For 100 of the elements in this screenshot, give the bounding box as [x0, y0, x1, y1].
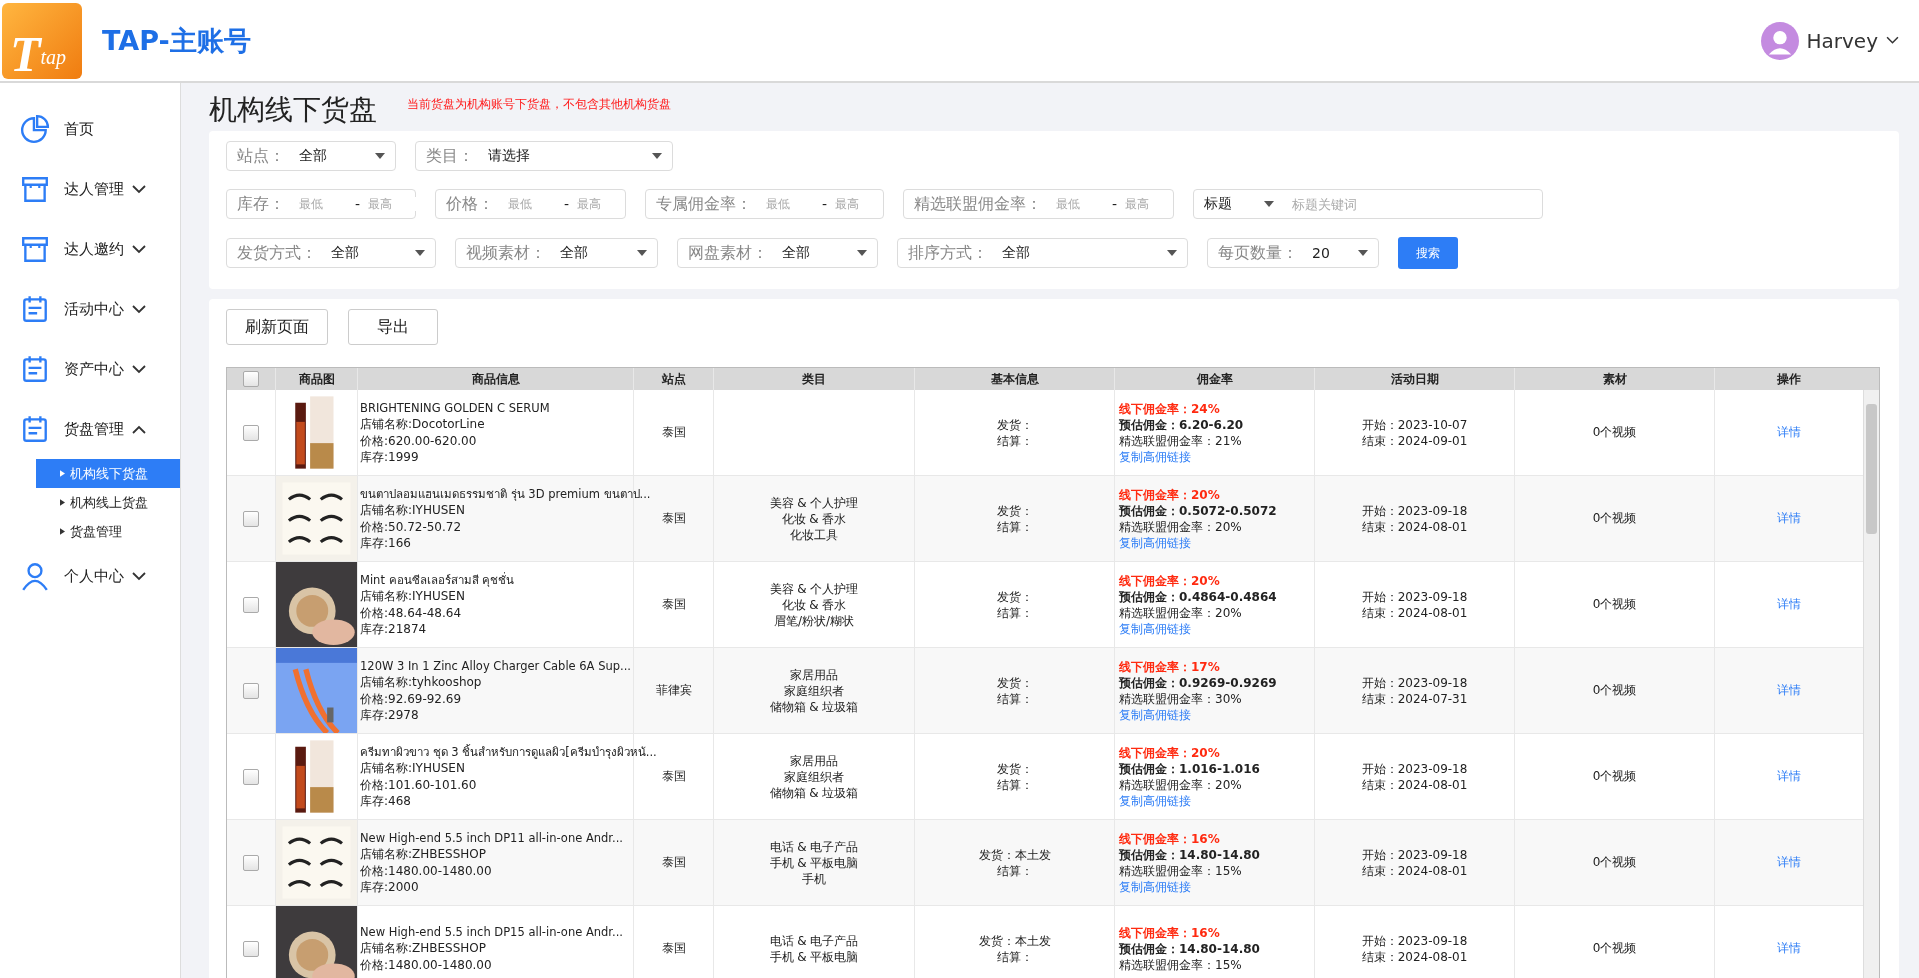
offline-rate-text: 线下佣金率：24%: [1119, 400, 1220, 417]
pie-chart-icon: [20, 114, 50, 144]
checkbox[interactable]: [243, 854, 259, 871]
dropdown[interactable]: 网盘素材： 全部: [677, 238, 878, 268]
dropdown-arrow-icon: [652, 153, 662, 159]
notice-text: 当前货盘为机构账号下货盘，不包含其他机构货盘: [407, 96, 671, 113]
price-text: 价格:1480.00-1480.00: [360, 956, 492, 974]
nav-item[interactable]: 活动中心: [0, 279, 180, 339]
dropdown[interactable]: 每页数量： 20: [1207, 238, 1379, 268]
offline-rate-text: 线下佣金率：20%: [1119, 486, 1220, 503]
shop-name: 店铺名称:DocotorLine: [360, 416, 485, 433]
checkbox[interactable]: [243, 371, 259, 387]
keyword-search-field[interactable]: 标题 标题关键词: [1193, 189, 1543, 219]
dropdown[interactable]: 标题: [1194, 195, 1284, 213]
nav-subitem[interactable]: 机构线上货盘: [0, 488, 180, 517]
table-cell: 泰国: [661, 854, 686, 871]
search-button[interactable]: 搜索: [1398, 237, 1458, 269]
action-button[interactable]: 刷新页面: [226, 309, 328, 345]
dropdown-arrow-icon: [375, 153, 385, 159]
start-date: 开始：2023-09-18: [1361, 588, 1468, 605]
details-link[interactable]: 详情: [1777, 510, 1801, 527]
category-text: 电话 & 电子产品: [769, 932, 859, 949]
category-text: 化妆 & 香水: [781, 510, 847, 527]
dropdown[interactable]: 类目： 请选择: [415, 141, 673, 171]
stock-text: 库存:2000: [360, 879, 419, 896]
user-name[interactable]: Harvey: [1806, 28, 1878, 53]
store-icon: [20, 174, 50, 204]
details-link[interactable]: 详情: [1777, 424, 1801, 441]
dropdown[interactable]: 站点： 全部: [226, 141, 396, 171]
avatar-icon[interactable]: [1760, 21, 1799, 60]
nav-item[interactable]: 首页: [0, 99, 180, 159]
dropdown[interactable]: 排序方式： 全部: [897, 238, 1188, 268]
range-field[interactable]: 精选联盟佣金率： 最低 - 最高: [903, 189, 1174, 219]
nav-item[interactable]: 个人中心: [0, 546, 180, 606]
scrollbar[interactable]: [1863, 390, 1879, 978]
product-title: New High-end 5.5 inch DP15 all-in-one Andr...: [360, 923, 623, 941]
checkbox[interactable]: [243, 424, 259, 441]
settlement-text: 结算：: [996, 948, 1033, 965]
estimate-text: 预估佣金：14.80-14.80: [1119, 940, 1260, 957]
nav-subitem[interactable]: 货盘管理: [0, 517, 180, 546]
shipping-text: 发货：: [996, 502, 1033, 519]
copy-link[interactable]: 复制高佣链接: [1119, 878, 1191, 895]
end-date: 结束：2024-08-01: [1361, 518, 1468, 535]
nav-item[interactable]: 货盘管理: [0, 399, 180, 459]
checkbox[interactable]: [243, 596, 259, 613]
end-date: 结束：2024-08-01: [1361, 862, 1468, 879]
copy-link[interactable]: 复制高佣链接: [1119, 706, 1191, 723]
estimate-text: 预估佣金：1.016-1.016: [1119, 760, 1260, 777]
category-text: 家庭组织者: [784, 768, 844, 785]
shipping-text: 发货：本土发: [978, 846, 1051, 863]
details-link[interactable]: 详情: [1777, 940, 1801, 957]
start-date: 开始：2023-09-18: [1361, 932, 1468, 949]
price-text: 价格:92.69-92.69: [360, 690, 462, 707]
checkbox[interactable]: [243, 682, 259, 699]
shop-name: 店铺名称:IYHUSEN: [360, 588, 465, 605]
category-text: 家庭组织者: [784, 682, 844, 699]
checkbox[interactable]: [243, 940, 259, 957]
details-link[interactable]: 详情: [1777, 682, 1801, 699]
category-text: 手机 & 平板电脑: [769, 854, 859, 871]
range-field[interactable]: 库存： 最低 - 最高: [226, 189, 416, 219]
range-input[interactable]: 最高: [368, 197, 417, 211]
dropdown-arrow-icon: [637, 250, 647, 256]
stock-text: 库存:166: [360, 535, 411, 552]
dropdown[interactable]: 视频素材： 全部: [455, 238, 658, 268]
product-title: Mint คอนซีลเลอร์สามสี คุชชั่น: [360, 571, 515, 588]
nav-subitem[interactable]: 机构线下货盘: [36, 459, 180, 488]
start-date: 开始：2023-10-07: [1361, 416, 1468, 433]
details-link[interactable]: 详情: [1777, 854, 1801, 871]
category-text: 手机: [802, 870, 826, 887]
copy-link[interactable]: 复制高佣链接: [1119, 534, 1191, 551]
shipping-text: 发货：本土发: [978, 932, 1051, 949]
table-cell: 泰国: [661, 424, 686, 441]
checkbox[interactable]: [243, 768, 259, 785]
caret-icon[interactable]: [1886, 36, 1899, 45]
alliance-rate-text: 精选联盟佣金率：20%: [1119, 518, 1242, 535]
range-field[interactable]: 价格： 最低 - 最高: [435, 189, 626, 219]
shipping-text: 发货：: [996, 588, 1033, 605]
details-link[interactable]: 详情: [1777, 596, 1801, 613]
start-date: 开始：2023-09-18: [1361, 846, 1468, 863]
action-button[interactable]: 导出: [348, 309, 438, 345]
shipping-text: 发货：: [996, 674, 1033, 691]
triangle-icon: [60, 499, 65, 506]
offline-rate-text: 线下佣金率：16%: [1119, 830, 1220, 847]
estimate-text: 预估佣金：0.9269-0.9269: [1119, 674, 1277, 691]
alliance-rate-text: 精选联盟佣金率：15%: [1119, 956, 1242, 973]
copy-link[interactable]: 复制高佣链接: [1119, 448, 1191, 465]
category-text: 手机 & 平板电脑: [769, 948, 859, 965]
range-field[interactable]: 专属佣金率： 最低 - 最高: [645, 189, 884, 219]
nav-item[interactable]: 资产中心: [0, 339, 180, 399]
copy-link[interactable]: 复制高佣链接: [1119, 620, 1191, 637]
dropdown[interactable]: 发货方式： 全部: [226, 238, 436, 268]
shipping-text: 发货：: [996, 760, 1033, 777]
details-link[interactable]: 详情: [1777, 768, 1801, 785]
material-count: 0个视频: [1592, 682, 1637, 699]
checkbox[interactable]: [243, 510, 259, 527]
copy-link[interactable]: 复制高佣链接: [1119, 792, 1191, 809]
nav-item[interactable]: 达人邀约: [0, 219, 180, 279]
shop-name: 店铺名称:ZHBESSHOP: [360, 940, 487, 957]
nav-item[interactable]: 达人管理: [0, 159, 180, 219]
table-cell: 泰国: [661, 596, 686, 613]
